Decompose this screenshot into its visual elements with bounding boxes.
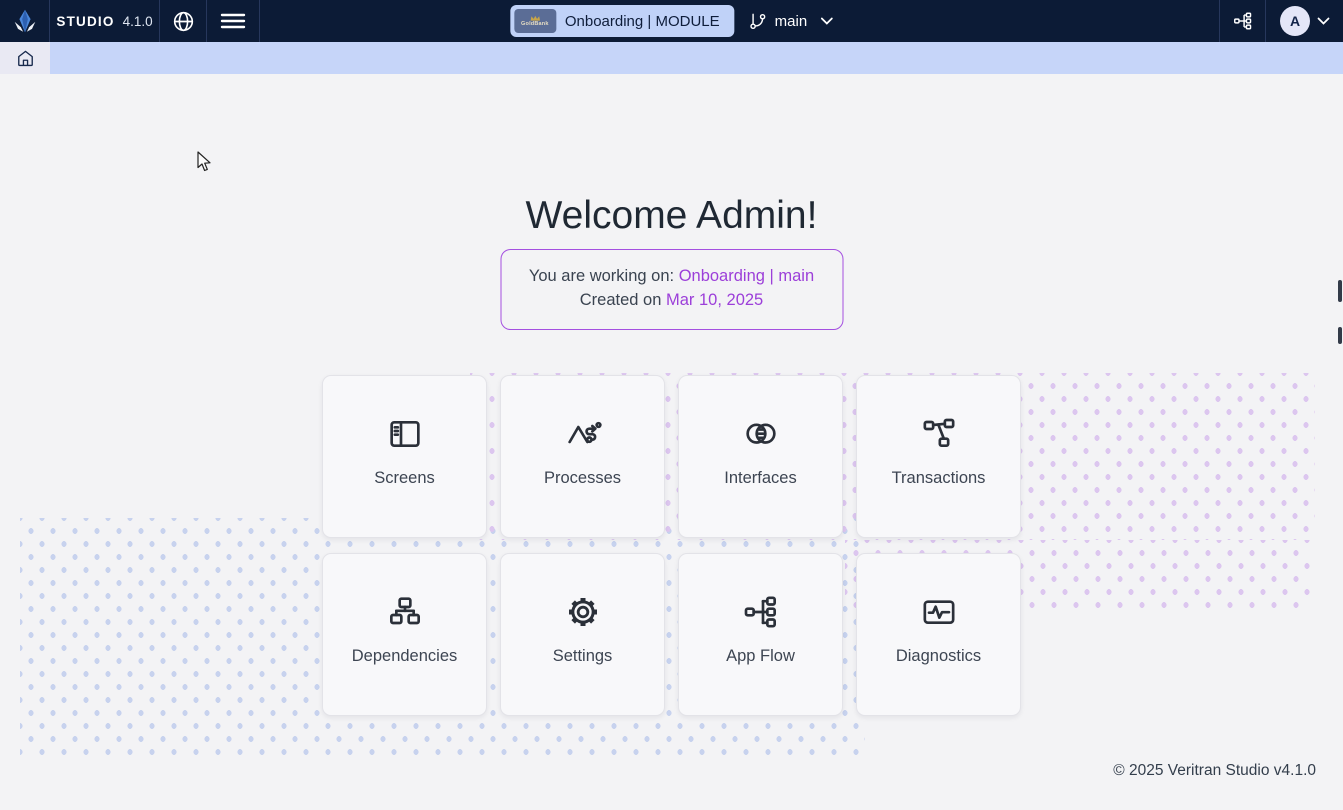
card-label: Dependencies (351, 646, 458, 665)
processes-icon (563, 412, 603, 456)
veritran-logo[interactable] (0, 0, 50, 42)
goldbank-badge-label: GoldBank (521, 21, 549, 27)
workspace-info-box: You are working on: Onboarding | main Cr… (500, 249, 843, 330)
top-navbar: STUDIO 4.1.0 GoldBank Onboarding | MODUL… (0, 0, 1343, 42)
hamburger-icon (220, 13, 246, 29)
app-flow-icon (741, 590, 781, 634)
page-title: Welcome Admin! (525, 194, 818, 237)
menu-button[interactable] (207, 0, 260, 42)
settings-icon (563, 590, 603, 634)
card-settings[interactable]: Settings (500, 553, 665, 716)
card-label: Screens (374, 468, 435, 487)
card-dependencies[interactable]: Dependencies (322, 553, 487, 716)
card-app-flow[interactable]: App Flow (678, 553, 843, 716)
navbar-right: A (1219, 0, 1343, 42)
user-menu[interactable]: A (1266, 0, 1343, 42)
project-link[interactable]: Onboarding | main (679, 267, 814, 285)
created-on-line: Created on Mar 10, 2025 (501, 289, 842, 313)
mouse-cursor (197, 151, 211, 172)
home-icon (17, 50, 33, 66)
created-on-prefix: Created on (579, 290, 662, 309)
diagnostics-icon (919, 590, 959, 634)
globe-icon (173, 11, 193, 31)
branch-selector[interactable]: main (749, 12, 834, 31)
scrollbar-thumb[interactable] (1338, 280, 1342, 302)
branch-name: main (774, 12, 808, 30)
goldbank-badge: GoldBank (513, 9, 556, 33)
card-label: Diagnostics (895, 646, 982, 665)
chevron-down-icon (1317, 17, 1330, 25)
working-on-prefix: You are working on: (528, 267, 675, 285)
card-label: Interfaces (724, 468, 797, 487)
copyright-text: © 2025 Veritran Studio v4.1.0 (1113, 762, 1316, 779)
card-screens[interactable]: Screens (322, 375, 487, 538)
tab-bar (0, 42, 1343, 74)
veritran-logo-icon (14, 9, 35, 33)
module-pill-label: Onboarding | MODULE (564, 12, 720, 30)
working-on-line: You are working on: Onboarding | main (501, 265, 842, 289)
module-card-grid: Screens Processes Interfaces Transaction… (322, 375, 1021, 716)
card-transactions[interactable]: Transactions (856, 375, 1021, 538)
avatar: A (1280, 6, 1310, 36)
chevron-down-icon (820, 17, 833, 25)
card-label: Transactions (891, 468, 986, 487)
product-version: 4.1.0 (122, 13, 153, 29)
card-diagnostics[interactable]: Diagnostics (856, 553, 1021, 716)
hierarchy-icon (1233, 12, 1251, 30)
card-label: App Flow (726, 646, 795, 665)
screens-icon (385, 412, 425, 456)
navbar-center: GoldBank Onboarding | MODULE main (509, 0, 834, 42)
created-date: Mar 10, 2025 (666, 290, 764, 309)
module-selector[interactable]: GoldBank Onboarding | MODULE (509, 5, 735, 37)
card-label: Settings (552, 646, 613, 665)
globe-button[interactable] (160, 0, 207, 42)
card-label: Processes (543, 468, 622, 487)
card-processes[interactable]: Processes (500, 375, 665, 538)
interfaces-icon (741, 412, 781, 456)
product-name: STUDIO (56, 13, 115, 29)
tab-home[interactable] (0, 42, 50, 74)
scrollbar-thumb[interactable] (1338, 327, 1342, 344)
transactions-icon (919, 412, 959, 456)
hierarchy-button[interactable] (1219, 0, 1266, 42)
veritran-studio-window: STUDIO 4.1.0 GoldBank Onboarding | MODUL… (0, 0, 1343, 810)
brand: STUDIO 4.1.0 (50, 0, 160, 42)
dependencies-icon (385, 590, 425, 634)
card-interfaces[interactable]: Interfaces (678, 375, 843, 538)
git-branch-icon (750, 13, 766, 29)
